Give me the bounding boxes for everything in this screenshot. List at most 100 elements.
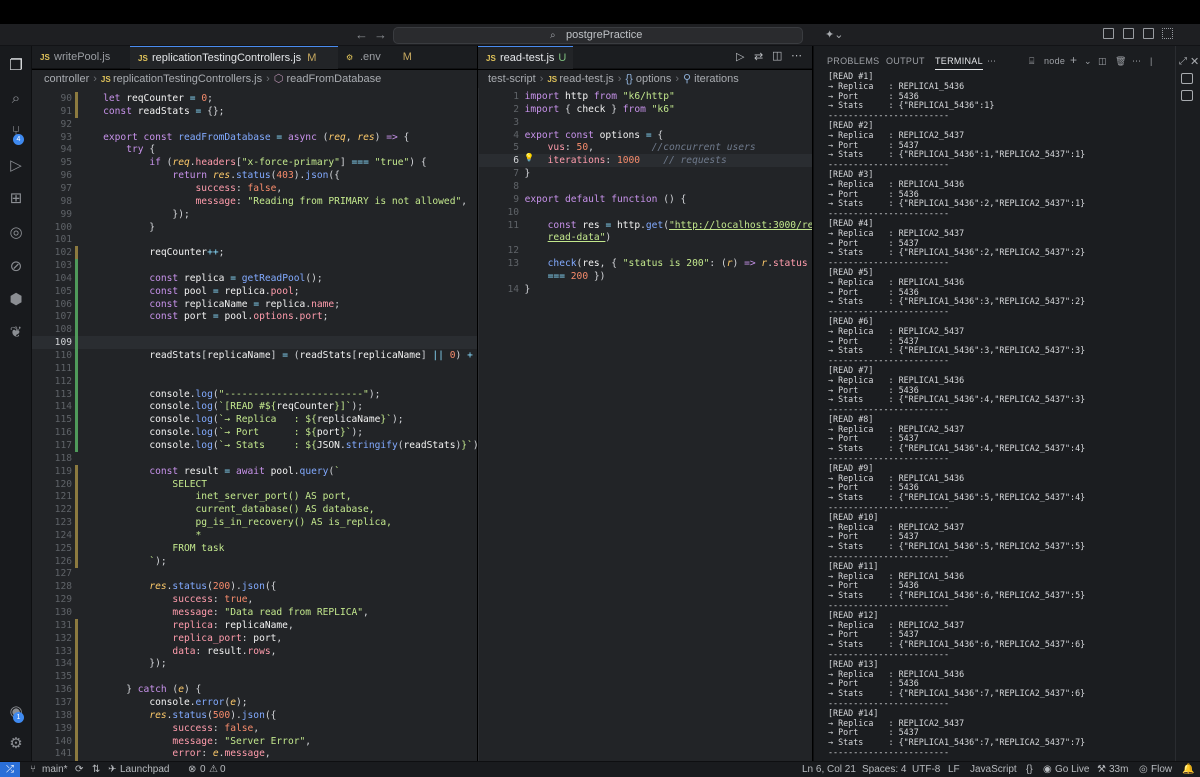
code-line[interactable]: 10 [479, 206, 812, 219]
git-change-marker[interactable] [75, 618, 78, 632]
code-line[interactable]: 137 console.error(e); [32, 695, 477, 709]
cursor-position[interactable]: Ln 6, Col 21 [802, 764, 856, 775]
more-actions-icon[interactable]: ⋯ [1132, 56, 1141, 67]
tab-output[interactable]: OUTPUT [886, 56, 925, 66]
code-line[interactable]: 134 }); [32, 657, 477, 671]
language-mode[interactable]: JavaScript [970, 764, 1017, 775]
code-line[interactable]: 126 `); [32, 554, 477, 568]
git-change-marker[interactable] [75, 438, 78, 452]
breadcrumb-item[interactable]: controller [44, 73, 89, 85]
code-line[interactable]: 100 } [32, 221, 477, 234]
code-line[interactable]: 136 } catch (e) { [32, 683, 477, 697]
paw-icon[interactable]: ❦ [6, 323, 26, 343]
code-line[interactable]: 99 }); [32, 208, 477, 221]
git-change-marker[interactable] [75, 490, 78, 504]
toggle-secondary-sidebar-icon[interactable] [1143, 28, 1154, 39]
code-line[interactable]: 130 message: "Data read from REPLICA", [32, 606, 477, 619]
code-line[interactable]: 117 console.log(`→ Stats : ${JSON.string… [32, 438, 477, 452]
code-line[interactable]: 13 check(res, { "status is 200": (r) => … [479, 257, 812, 270]
back-arrow-icon[interactable]: ← [355, 27, 368, 42]
code-line[interactable]: 14 } [479, 283, 812, 296]
database-icon[interactable]: ⬢ [6, 290, 26, 310]
breadcrumb-item[interactable]: test-script [488, 73, 536, 85]
code-line[interactable]: 107 const port = pool.options.port; [32, 310, 477, 324]
code-line[interactable]: 12 [479, 244, 812, 257]
git-change-marker[interactable] [75, 259, 78, 273]
breadcrumb-item[interactable]: iterations [694, 73, 739, 85]
code-line[interactable]: read-data") [479, 231, 812, 244]
git-change-marker[interactable] [75, 670, 78, 684]
git-change-marker[interactable] [75, 747, 78, 761]
code-line[interactable]: 115 console.log(`→ Replica : ${replicaNa… [32, 413, 477, 427]
braces-icon[interactable]: {} [1026, 764, 1033, 775]
code-line[interactable]: 3 [479, 116, 812, 129]
git-change-marker[interactable] [75, 361, 78, 375]
code-line[interactable]: 108 [32, 323, 477, 337]
session-time[interactable]: 33m [1109, 764, 1128, 775]
breadcrumb-item[interactable]: read-test.js [559, 73, 613, 85]
tab-writepool[interactable]: JS writePool.js [32, 46, 130, 69]
branch-name[interactable]: main* [42, 764, 68, 775]
code-line[interactable]: 98 message: "Reading from PRIMARY is not… [32, 195, 477, 208]
maximize-panel-icon[interactable]: ⤢ [1179, 56, 1187, 67]
tab-replication-controllers[interactable]: JS replicationTestingControllers.js M [130, 46, 338, 69]
code-line[interactable]: 139 success: false, [32, 721, 477, 735]
code-line[interactable]: 4 export const options = { [479, 129, 812, 142]
git-change-marker[interactable] [75, 734, 78, 748]
split-editor-icon[interactable]: ◫ [772, 49, 782, 62]
toggle-primary-sidebar-icon[interactable] [1103, 28, 1114, 39]
code-line[interactable]: 141 error: e.message, [32, 747, 477, 761]
github-icon[interactable]: ◎ [6, 223, 26, 243]
code-line[interactable]: 122 current_database() AS database, [32, 503, 477, 517]
git-change-marker[interactable] [75, 310, 78, 324]
extensions-icon[interactable]: ⊞ [6, 189, 26, 209]
breadcrumb-item[interactable]: readFromDatabase [286, 73, 381, 85]
code-line[interactable]: 11 const res = http.get("http://localhos… [479, 219, 812, 232]
tab-problems[interactable]: PROBLEMS [827, 56, 879, 66]
git-change-marker[interactable] [75, 323, 78, 337]
more-panel-tabs-icon[interactable]: ⋯ [987, 56, 996, 67]
terminal-instance-icon[interactable] [1181, 90, 1193, 101]
sync-icon[interactable]: ⟳ [75, 764, 83, 775]
git-change-marker[interactable] [75, 104, 78, 118]
code-line[interactable]: 121 inet_server_port() AS port, [32, 490, 477, 504]
terminal-output[interactable]: [READ #1] → Replica : REPLICA1_5436 → Port… [828, 72, 1168, 761]
launchpad[interactable]: Launchpad [120, 764, 170, 775]
git-change-marker[interactable] [75, 284, 78, 298]
code-line[interactable]: 131 replica: replicaName, [32, 618, 477, 632]
code-line[interactable]: 123 pg_is_in_recovery() AS is_replica, [32, 516, 477, 530]
end-of-line[interactable]: LF [948, 764, 960, 775]
flow[interactable]: Flow [1151, 764, 1172, 775]
tab-terminal[interactable]: TERMINAL [935, 56, 983, 70]
code-line[interactable]: 129 success: true, [32, 593, 477, 606]
code-line[interactable]: 109 [32, 336, 477, 350]
git-change-marker[interactable] [75, 683, 78, 697]
code-line[interactable]: 124 * [32, 528, 477, 542]
indentation[interactable]: Spaces: 4 [862, 764, 906, 775]
close-panel-icon[interactable]: ✕ [1190, 55, 1199, 68]
settings-gear-icon[interactable]: ⚙ [6, 734, 26, 754]
git-change-marker[interactable] [75, 464, 78, 478]
code-line[interactable]: 113 console.log("-----------------------… [32, 387, 477, 401]
git-change-marker[interactable] [75, 387, 78, 401]
right-code-editor[interactable]: 1 import http from "k6/http" 2 import { c… [478, 88, 812, 761]
git-change-marker[interactable] [75, 503, 78, 517]
terminal-name[interactable]: node [1044, 56, 1065, 66]
git-change-marker[interactable] [75, 297, 78, 311]
remote-indicator-icon[interactable]: ⤮ [0, 762, 20, 777]
git-change-marker[interactable] [75, 554, 78, 568]
code-line[interactable]: 112 [32, 374, 477, 388]
code-line[interactable]: 8 [479, 180, 812, 193]
code-line[interactable]: 119 const result = await pool.query(` [32, 464, 477, 478]
git-change-marker[interactable] [75, 349, 78, 362]
code-line[interactable]: 116 console.log(`→ Port : ${port}`); [32, 426, 477, 440]
code-line[interactable]: 102 reqCounter++; [32, 246, 477, 260]
breadcrumb-item[interactable]: options [636, 73, 671, 85]
notifications-bell-icon[interactable]: 🔔 [1182, 764, 1194, 775]
go-live[interactable]: Go Live [1055, 764, 1089, 775]
git-change-marker[interactable] [75, 695, 78, 709]
code-line[interactable]: 127 [32, 567, 477, 580]
code-line[interactable]: 2 import { check } from "k6" [479, 103, 812, 116]
code-line[interactable]: 110 readStats[replicaName] = (readStats[… [32, 349, 477, 362]
explorer-icon[interactable]: ❐ [6, 56, 26, 76]
